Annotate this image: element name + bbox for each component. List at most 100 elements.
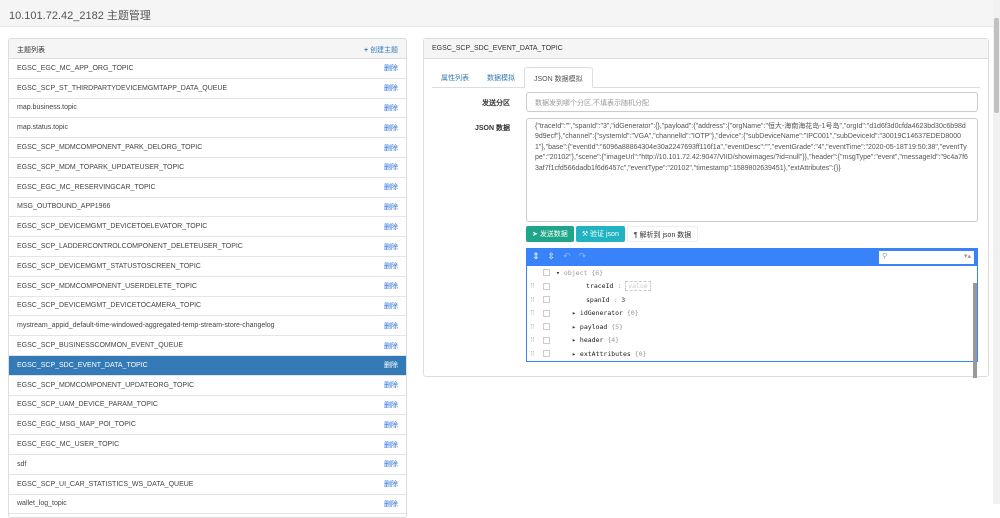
node-value[interactable]: 3 bbox=[621, 296, 625, 304]
delete-topic-button[interactable]: 删除 bbox=[384, 202, 398, 212]
topic-row[interactable]: EGSC_SCP_UAM_DEVICE_PARAM_TOPIC 删除 bbox=[9, 396, 406, 416]
json-textarea[interactable]: {"traceId":"","spanId":"3","idGenerator"… bbox=[526, 118, 978, 222]
delete-topic-button[interactable]: 删除 bbox=[384, 321, 398, 331]
topic-row[interactable]: MSG_OUTBOUND_APP1966 删除 bbox=[9, 198, 406, 218]
delete-topic-button[interactable]: 删除 bbox=[384, 83, 398, 93]
tree-node[interactable]: ⠿ ▸ idGenerator {0} bbox=[527, 307, 977, 321]
topic-row[interactable]: EGSC_SCP_MDM_TOPARK_UPDATEUSER_TOPIC 删除 bbox=[9, 158, 406, 178]
tree-node[interactable]: ⠿ ▸ payload {5} bbox=[527, 320, 977, 334]
redo-icon[interactable]: ↷ bbox=[579, 251, 587, 264]
expand-icon[interactable]: ▸ bbox=[572, 350, 576, 358]
tab-properties[interactable]: 属性列表 bbox=[432, 67, 478, 87]
topic-name: EGSC_SCP_DEVICEMGMT_DEVICETOELEVATOR_TOP… bbox=[17, 223, 208, 231]
drag-handle-icon[interactable]: ⠿ bbox=[530, 323, 538, 331]
drag-handle-icon[interactable]: ⠿ bbox=[530, 282, 538, 290]
drag-handle-icon[interactable]: ⠿ bbox=[530, 309, 538, 317]
topic-row[interactable]: EGSC_SCP_MDMCOMPONENT_PARK_DELORG_TOPIC 删… bbox=[9, 138, 406, 158]
delete-topic-button[interactable]: 删除 bbox=[384, 380, 398, 390]
tree-node[interactable]: ⠿ traceId : value bbox=[527, 280, 977, 294]
checkbox[interactable] bbox=[543, 282, 550, 290]
topic-list-panel: 主题列表 + 创建主题 EGSC_EGC_MC_APP_ORG_TOPIC 删除 E… bbox=[8, 38, 407, 518]
delete-topic-button[interactable]: 删除 bbox=[384, 440, 398, 450]
node-count: {4} bbox=[607, 336, 620, 345]
checkbox[interactable] bbox=[543, 269, 550, 277]
topic-row[interactable]: map.business.topic 删除 bbox=[9, 99, 406, 119]
parse-json-button[interactable]: ¶ 解析到 json 数据 bbox=[626, 226, 699, 242]
tree-node[interactable]: ⠿ ▸ extAttributes {0} bbox=[527, 347, 977, 361]
drag-handle-icon[interactable]: ⠿ bbox=[530, 296, 538, 304]
delete-topic-button[interactable]: 删除 bbox=[384, 143, 398, 153]
delete-topic-button[interactable]: 删除 bbox=[384, 103, 398, 113]
send-data-button[interactable]: ➤ 发送数据 bbox=[526, 226, 574, 242]
topic-row[interactable]: EGSC_SCP_MDMCOMPONENT_UPDATEORG_TOPIC 删除 bbox=[9, 376, 406, 396]
topic-row[interactable]: EGSC_EGC_MC_RESERVINGCAR_TOPIC 删除 bbox=[9, 178, 406, 198]
editor-search-input[interactable]: ⚲ ▾▴ bbox=[879, 251, 974, 264]
drag-handle-icon[interactable]: ⠿ bbox=[530, 336, 538, 344]
tree-node[interactable]: ⠿ spanId : 3 bbox=[527, 293, 977, 307]
checkbox[interactable] bbox=[543, 296, 550, 304]
detail-tabs: 属性列表 数据模拟 JSON 数据模拟 bbox=[432, 67, 980, 88]
topic-row[interactable]: EGSC_SCP_LADDERCONTROLCOMPONENT_DELETEUS… bbox=[9, 237, 406, 257]
topic-row[interactable]: EGSC_SCP_DEVICEMGMT_STATUSTOSCREEN_TOPIC… bbox=[9, 257, 406, 277]
topic-name: EGSC_EGC_MC_APP_ORG_TOPIC bbox=[17, 64, 134, 72]
topic-row[interactable]: EGSC_SCP_DEVICEMGMT_DEVICETOCAMERA_TOPIC… bbox=[9, 297, 406, 317]
expand-icon[interactable]: ▸ bbox=[572, 336, 576, 344]
checkbox[interactable] bbox=[543, 309, 550, 317]
partition-input[interactable]: 数据发到哪个分区,不填表示随机分配 bbox=[526, 92, 978, 112]
collapse-all-icon[interactable]: ⇳ bbox=[548, 251, 556, 264]
topic-row[interactable]: EGSC_EGC_MSG_MAP_POI_TOPIC 删除 bbox=[9, 415, 406, 436]
delete-topic-button[interactable]: 删除 bbox=[384, 400, 398, 410]
delete-topic-button[interactable]: 删除 bbox=[384, 123, 398, 133]
delete-topic-button[interactable]: 删除 bbox=[384, 281, 398, 291]
delete-topic-button[interactable]: 删除 bbox=[384, 182, 398, 192]
tab-json-simulation[interactable]: JSON 数据模拟 bbox=[524, 67, 593, 88]
topic-row[interactable]: EGSC_SCP_BUSINESSCOMMON_EVENT_QUEUE 删除 bbox=[9, 336, 406, 356]
expand-icon[interactable]: ▸ bbox=[572, 323, 576, 331]
delete-topic-button[interactable]: 删除 bbox=[384, 301, 398, 311]
topic-name: EGSC_SCP_ST_THIRDPARTYDEVICEMGMTAPP_DATA… bbox=[17, 84, 228, 92]
delete-topic-button[interactable]: 删除 bbox=[384, 222, 398, 232]
topic-row[interactable]: wallet_log_topic 删除 bbox=[9, 495, 406, 515]
delete-topic-button[interactable]: 删除 bbox=[384, 341, 398, 351]
delete-topic-button[interactable]: 删除 bbox=[384, 360, 398, 370]
validate-label: 验证 json bbox=[590, 231, 619, 238]
create-topic-button[interactable]: + 创建主题 bbox=[364, 45, 398, 54]
topic-row[interactable]: EGSC_SCP_MDMCOMPONENT_USERDELETE_TOPIC 删除 bbox=[9, 277, 406, 297]
checkbox[interactable] bbox=[543, 323, 550, 331]
checkbox[interactable] bbox=[543, 336, 550, 344]
validate-json-button[interactable]: ⚒ 验证 json bbox=[575, 226, 625, 242]
delete-topic-button[interactable]: 删除 bbox=[384, 459, 398, 469]
topic-row[interactable]: EGSC_EGC_MC_APP_ORG_TOPIC 删除 bbox=[9, 59, 406, 79]
node-count: {0} bbox=[634, 349, 647, 358]
expand-icon[interactable]: ▾ bbox=[556, 269, 560, 277]
topic-row[interactable]: EGSC_SCP_SDC_EVENT_DATA_TOPIC 删除 bbox=[9, 355, 406, 376]
topic-row[interactable]: mystream_appid_default-time-windowed-agg… bbox=[9, 316, 406, 337]
tab-data-simulation[interactable]: 数据模拟 bbox=[478, 67, 524, 87]
undo-icon[interactable]: ↶ bbox=[563, 251, 571, 264]
topic-row[interactable]: EGSC_SCP_DEVICEMGMT_DEVICETOELEVATOR_TOP… bbox=[9, 217, 406, 238]
delete-topic-button[interactable]: 删除 bbox=[384, 420, 398, 430]
tree-root[interactable]: ▾ object {6} bbox=[527, 266, 977, 280]
json-label: JSON 数据 bbox=[474, 125, 510, 132]
drag-handle-icon[interactable]: ⠿ bbox=[530, 350, 538, 358]
delete-topic-button[interactable]: 删除 bbox=[384, 242, 398, 252]
node-value-input[interactable]: value bbox=[625, 281, 651, 292]
expand-icon[interactable]: ▸ bbox=[572, 309, 576, 317]
delete-topic-button[interactable]: 删除 bbox=[384, 63, 398, 73]
page-scrollbar-thumb[interactable] bbox=[994, 18, 999, 113]
delete-topic-button[interactable]: 删除 bbox=[384, 261, 398, 271]
tree-node[interactable]: ⠿ ▸ header {4} bbox=[527, 334, 977, 348]
expand-all-icon[interactable]: ⇕ bbox=[532, 251, 540, 264]
checkbox[interactable] bbox=[543, 350, 550, 358]
tree-scrollbar[interactable] bbox=[973, 283, 977, 378]
topic-row[interactable]: EGSC_SCP_ST_THIRDPARTYDEVICEMGMTAPP_DATA… bbox=[9, 79, 406, 99]
delete-topic-button[interactable]: 删除 bbox=[384, 479, 398, 489]
delete-topic-button[interactable]: 删除 bbox=[384, 162, 398, 172]
search-nav-icon[interactable]: ▾▴ bbox=[964, 252, 971, 263]
topic-row[interactable]: sdf 删除 bbox=[9, 455, 406, 475]
topic-row[interactable]: EGSC_SCP_UI_CAR_STATISTICS_WS_DATA_QUEUE… bbox=[9, 475, 406, 495]
page-scrollbar[interactable] bbox=[993, 0, 1000, 504]
topic-row[interactable]: EGSC_EGC_MC_USER_TOPIC 删除 bbox=[9, 435, 406, 455]
topic-detail-panel: EGSC_SCP_SDC_EVENT_DATA_TOPIC 属性列表 数据模拟 … bbox=[423, 38, 989, 378]
topic-row[interactable]: map.status.topic 删除 bbox=[9, 118, 406, 139]
